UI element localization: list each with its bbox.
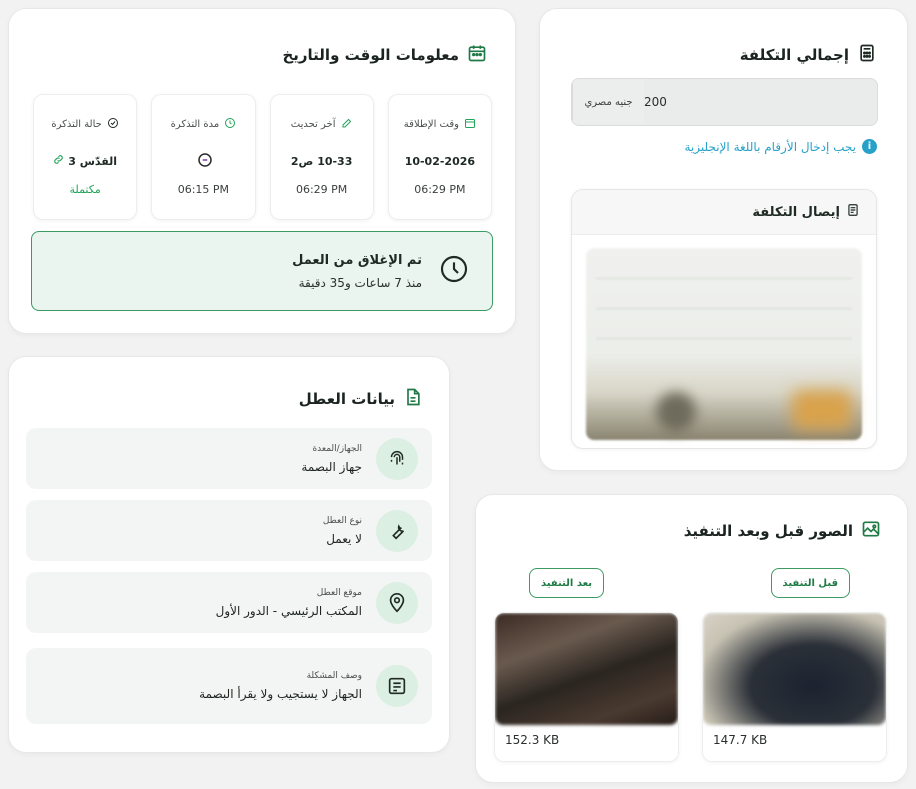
images-card-title: الصور قبل وبعد التنفيذ xyxy=(684,519,881,543)
stat-ticket-status: حالة التذكرة القدّس 3 مكتملة xyxy=(33,94,138,220)
stat-created-time: وقت الإطلاقة 10-02-2026 06:29 PM xyxy=(387,94,492,220)
after-image[interactable] xyxy=(495,613,678,725)
cost-value[interactable]: 200 xyxy=(644,95,667,109)
fault-card-title: بيانات العطل xyxy=(299,387,423,411)
wrench-icon xyxy=(376,509,418,552)
edit-icon xyxy=(341,117,353,132)
cost-input[interactable]: 200 جنيه مصري xyxy=(571,78,878,126)
cost-receipt: إيصال التكلفة xyxy=(571,189,877,449)
cost-card-title: إجمالي التكلفة xyxy=(740,43,877,67)
link-icon xyxy=(53,154,64,168)
english-numbers-hint: i يجب إدخال الأرقام باللغة الإنجليزية xyxy=(685,139,877,154)
before-label-badge: قبل التنفيذ xyxy=(770,568,850,598)
before-image-card[interactable]: 147.7 KB xyxy=(702,612,887,762)
fault-row-type: نوع العطل لا يعمل xyxy=(26,500,432,561)
before-after-images-card: الصور قبل وبعد التنفيذ قبل التنفيذ بعد ا… xyxy=(475,494,908,783)
fingerprint-icon xyxy=(376,437,418,480)
time-info-card: معلومات الوقت والتاريخ وقت الإطلاقة 10-0… xyxy=(8,8,516,334)
document-icon xyxy=(403,387,423,411)
info-icon: i xyxy=(862,139,877,154)
calendar-icon xyxy=(467,43,487,67)
fault-row-device: الجهاز/المعدة جهاز البصمة xyxy=(26,428,432,489)
stat-ticket-duration: مدة التذكرة 06:15 PM xyxy=(151,94,256,220)
clock-small-icon xyxy=(224,117,236,132)
image-icon xyxy=(861,519,881,543)
before-image-size: 147.7 KB xyxy=(713,733,768,747)
after-image-card[interactable]: 152.3 KB xyxy=(494,612,679,762)
time-card-title: معلومات الوقت والتاريخ xyxy=(282,43,487,67)
calendar-small-icon xyxy=(464,117,476,132)
cost-card: إجمالي التكلفة 200 جنيه مصري i يجب إدخال… xyxy=(539,8,908,471)
description-icon xyxy=(376,665,418,707)
fault-info-card: بيانات العطل الجهاز/المعدة جهاز البصمة ن… xyxy=(8,356,450,753)
closed-status-box: تم الإغلاق من العمل منذ 7 ساعات و35 دقيق… xyxy=(31,231,493,311)
fault-row-description: وصف المشكلة الجهاز لا يستجيب ولا يقرأ ال… xyxy=(26,648,432,724)
duration-icon xyxy=(196,151,214,172)
fault-row-location: موقع العطل المكتب الرئيسي - الدور الأول xyxy=(26,572,432,633)
receipt-icon xyxy=(846,203,860,221)
after-image-size: 152.3 KB xyxy=(505,733,560,747)
check-circle-icon xyxy=(107,117,119,132)
before-image[interactable] xyxy=(703,613,886,725)
calculator-icon xyxy=(857,43,877,67)
time-stats: وقت الإطلاقة 10-02-2026 06:29 PM آخر تحد… xyxy=(33,94,492,220)
receipt-image[interactable] xyxy=(586,248,862,440)
clock-icon xyxy=(438,253,470,289)
location-pin-icon xyxy=(376,581,418,624)
currency-unit: جنيه مصري xyxy=(572,79,644,125)
after-label-badge: بعد التنفيذ xyxy=(528,568,604,598)
stat-last-update: آخر تحديث 10-33 ص2 06:29 PM xyxy=(269,94,374,220)
